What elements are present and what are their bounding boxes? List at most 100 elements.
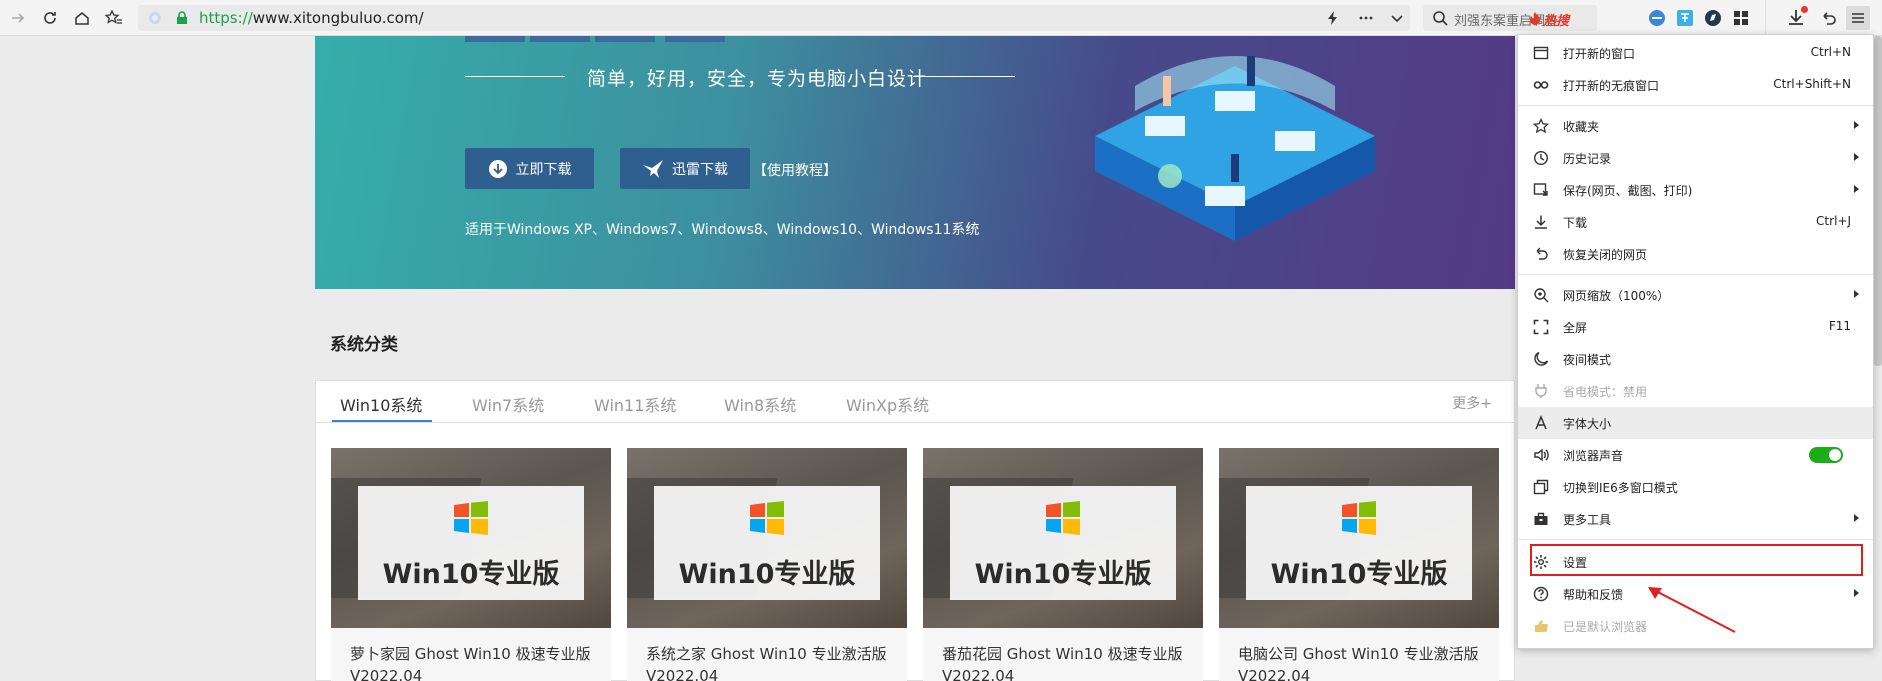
tab-win7[interactable]: Win7系统: [472, 392, 544, 416]
menu-more-tools[interactable]: 更多工具: [1518, 503, 1873, 535]
toolbox-icon: [1534, 512, 1548, 525]
extension-blue-circle[interactable]: [1645, 6, 1669, 30]
banner-tab-stub[interactable]: [665, 36, 725, 42]
extension-dark[interactable]: [1701, 6, 1725, 30]
lightning-icon[interactable]: [1326, 10, 1340, 26]
menu-fullscreen[interactable]: 全屏 F11: [1518, 311, 1873, 343]
menu-label: 恢复关闭的网页: [1563, 248, 1648, 262]
tab-winxp[interactable]: WinXp系统: [846, 392, 929, 416]
hero-banner: 简单，好用，安全，专为电脑小白设计 立即下载 迅雷下载 【使用教程】 适用于Wi…: [315, 36, 1515, 289]
grid-icon: [1734, 11, 1748, 25]
menu-night-mode[interactable]: 夜间模式: [1518, 343, 1873, 375]
tab-win8[interactable]: Win8系统: [724, 392, 796, 416]
thunder-download-button[interactable]: 迅雷下载: [620, 148, 750, 189]
chevron-down-icon[interactable]: [1389, 10, 1405, 26]
system-card[interactable]: Win10专业版 系统之家 Ghost Win10 专业激活版 V2022.04: [627, 448, 907, 681]
card-title[interactable]: 番茄花园 Ghost Win10 极速专业版 V2022.04: [942, 643, 1183, 681]
banner-tab-stub[interactable]: [465, 36, 525, 42]
menu-ie6-mode[interactable]: 切换到IE6多窗口模式: [1518, 471, 1873, 503]
menu-favorites[interactable]: 收藏夹: [1518, 110, 1873, 142]
windows-logo-icon: [1046, 501, 1080, 535]
more-link[interactable]: 更多+: [1452, 393, 1492, 413]
menu-label: 夜间模式: [1563, 353, 1612, 367]
window-icon: [1533, 46, 1549, 60]
fullscreen-icon: [1533, 319, 1549, 335]
more-dots-icon[interactable]: [1358, 10, 1374, 26]
download-icon: [1535, 215, 1547, 229]
card-title[interactable]: 萝卜家园 Ghost Win10 极速专业版 V2022.04: [350, 643, 591, 681]
address-bar[interactable]: https://www.xitongbuluo.com/: [138, 5, 1410, 31]
card-name: 萝卜家园 Ghost Win10 极速专业版: [350, 645, 591, 663]
card-title[interactable]: 电脑公司 Ghost Win10 专业激活版 V2022.04: [1238, 643, 1479, 681]
extension-translate[interactable]: [1673, 6, 1697, 30]
thunder-bird-icon: [643, 159, 663, 178]
thunder-download-label: 迅雷下载: [672, 161, 728, 178]
banner-tab-stub[interactable]: [530, 36, 590, 42]
tab-win10[interactable]: Win10系统: [340, 392, 422, 416]
page-scrollbar[interactable]: [1874, 36, 1882, 366]
thumbs-up-icon: [1535, 620, 1548, 633]
sound-toggle[interactable]: [1809, 447, 1843, 463]
thumbnail-label: Win10专业版: [678, 559, 856, 590]
card-title[interactable]: 系统之家 Ghost Win10 专业激活版 V2022.04: [646, 643, 887, 681]
menu-label: 打开新的窗口: [1563, 47, 1636, 61]
menu-shortcut: Ctrl+Shift+N: [1773, 77, 1851, 91]
menu-restore-closed[interactable]: 恢复关闭的网页: [1518, 238, 1873, 270]
category-panel: Win10系统 Win7系统 Win11系统 Win8系统 WinXp系统 更多…: [315, 380, 1515, 681]
banner-slogan: 简单，好用，安全，专为电脑小白设计: [587, 68, 928, 90]
tab-win11[interactable]: Win11系统: [594, 392, 676, 416]
menu-divider: [1518, 274, 1873, 275]
card-thumbnail: Win10专业版: [331, 448, 611, 628]
home-icon: [75, 12, 89, 25]
menu-divider: [1518, 539, 1873, 540]
hot-search-label[interactable]: 热搜: [1543, 10, 1569, 29]
downloads-button[interactable]: [1784, 6, 1808, 30]
system-card[interactable]: Win10专业版 萝卜家园 Ghost Win10 极速专业版 V2022.04: [331, 448, 611, 681]
compass-icon: [1705, 10, 1721, 26]
card-name: 电脑公司 Ghost Win10 专业激活版: [1238, 645, 1479, 663]
menu-label: 字体大小: [1563, 417, 1612, 431]
system-card[interactable]: Win10专业版 番茄花园 Ghost Win10 极速专业版 V2022.04: [923, 448, 1203, 681]
menu-browser-sound[interactable]: 浏览器声音: [1518, 439, 1873, 471]
bookmarks-button[interactable]: [102, 6, 126, 30]
menu-save-page[interactable]: 保存(网页、截图、打印): [1518, 174, 1873, 206]
undo-close-button[interactable]: [1816, 6, 1840, 30]
menu-zoom[interactable]: 网页缩放（100%）: [1518, 279, 1873, 311]
menu-power-saving: 省电模式：禁用: [1518, 375, 1873, 407]
menu-label: 历史记录: [1563, 152, 1612, 166]
hamburger-icon: [1852, 13, 1864, 23]
download-now-button[interactable]: 立即下载: [465, 148, 594, 189]
main-menu-button[interactable]: [1846, 6, 1870, 30]
lock-icon: [176, 11, 188, 25]
home-button[interactable]: [70, 6, 94, 30]
menu-new-window[interactable]: 打开新的窗口 Ctrl+N: [1518, 37, 1873, 69]
translate-icon: [1677, 10, 1693, 26]
search-box[interactable]: 刘强东案重启调查 热搜: [1423, 5, 1597, 31]
submenu-arrow-icon: [1854, 290, 1859, 298]
font-icon: [1535, 415, 1547, 430]
download-now-label: 立即下载: [515, 161, 572, 178]
reload-button[interactable]: [38, 6, 62, 30]
menu-new-incognito-window[interactable]: 打开新的无痕窗口 Ctrl+Shift+N: [1518, 69, 1873, 101]
incognito-icon: [1533, 81, 1549, 89]
thumbnail-label: Win10专业版: [382, 559, 560, 590]
banner-tab-stub[interactable]: [595, 36, 655, 42]
windows-logo-icon: [454, 501, 488, 535]
browser-toolbar: https://www.xitongbuluo.com/ 刘强东案重启调查 热搜: [0, 0, 1882, 36]
menu-label: 浏览器声音: [1563, 449, 1624, 463]
menu-divider: [1518, 105, 1873, 106]
toggle-knob: [1829, 449, 1841, 461]
forward-button[interactable]: [6, 6, 30, 30]
thumbnail-overlay: Win10专业版: [358, 486, 584, 600]
apps-button[interactable]: [1729, 6, 1753, 30]
system-card[interactable]: Win10专业版 电脑公司 Ghost Win10 专业激活版 V2022.04: [1219, 448, 1499, 681]
menu-downloads[interactable]: 下载 Ctrl+J: [1518, 206, 1873, 238]
star-list-icon: [105, 10, 122, 24]
fire-icon: [1529, 11, 1541, 25]
arrow-right-icon: [12, 13, 25, 23]
slogan-line-right: [913, 76, 1015, 77]
menu-font-size[interactable]: 字体大小: [1518, 407, 1873, 439]
tutorial-link[interactable]: 【使用教程】: [753, 160, 837, 180]
annotation-arrow-icon: [1648, 587, 1736, 633]
menu-history[interactable]: 历史记录: [1518, 142, 1873, 174]
